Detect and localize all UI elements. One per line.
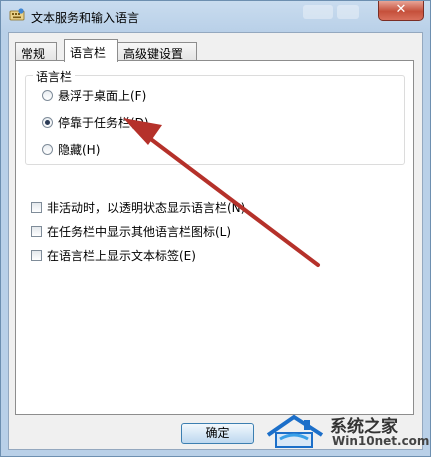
radio-float-on-desktop-dot[interactable] [42,89,53,101]
radio-dock-in-taskbar-label: 停靠于任务栏(D) [58,115,149,130]
tab-language-bar-label: 语言栏 [70,46,107,60]
checkbox-transparent-when-inactive[interactable]: 非活动时，以透明状态显示语言栏(N) [31,199,245,215]
radio-float-on-desktop-label: 悬浮于桌面上(F) [58,88,147,103]
house-logo-icon [266,414,324,448]
window-title: 文本服务和输入语言 [31,11,140,25]
tab-language-bar[interactable]: 语言栏 [64,39,118,62]
title-bar[interactable]: 文本服务和输入语言 ✕ [1,1,430,31]
language-bar-group-label: 语言栏 [33,68,76,85]
tab-general[interactable]: 常规 [15,42,57,61]
radio-hidden-dot[interactable] [42,143,53,155]
checkbox-show-text-labels[interactable]: 在语言栏上显示文本标签(E) [31,247,196,263]
tab-advanced-key-settings[interactable]: 高级键设置 [117,42,197,61]
radio-hidden-label: 隐藏(H) [58,142,101,157]
checkbox-show-extra-icons-label: 在任务栏中显示其他语言栏图标(L) [47,224,232,239]
radio-float-on-desktop[interactable]: 悬浮于桌面上(F) [42,87,146,103]
language-bar-group: 语言栏 悬浮于桌面上(F) 停靠于任务栏(D) 隐藏(H) [25,68,405,165]
watermark-url: Win10net.com [332,434,430,448]
checkbox-show-text-labels-box[interactable] [31,249,42,261]
blurred-caption-area [303,5,333,19]
language-bar-panel: 语言栏 悬浮于桌面上(F) 停靠于任务栏(D) 隐藏(H) 非活动时，以透明状态… [15,60,414,415]
watermark: 系统之家 Win10net.com [262,409,430,454]
checkbox-show-extra-icons[interactable]: 在任务栏中显示其他语言栏图标(L) [31,223,231,239]
checkbox-transparent-when-inactive-label: 非活动时，以透明状态显示语言栏(N) [47,200,246,215]
radio-dock-in-taskbar[interactable]: 停靠于任务栏(D) [42,114,149,130]
dialog-window: 文本服务和输入语言 ✕ 常规 语言栏 高级键设置 语言栏 悬浮于桌面上(F) 停… [0,0,431,457]
tab-advanced-key-settings-label: 高级键设置 [123,47,184,61]
blurred-caption-area-2 [337,5,359,19]
close-button[interactable]: ✕ [378,1,424,21]
dialog-client-area: 常规 语言栏 高级键设置 语言栏 悬浮于桌面上(F) 停靠于任务栏(D) 隐藏(… [8,32,423,450]
radio-hidden[interactable]: 隐藏(H) [42,141,100,157]
checkbox-transparent-when-inactive-box[interactable] [31,201,42,213]
checkbox-show-extra-icons-box[interactable] [31,225,42,237]
close-icon: ✕ [395,2,407,17]
ok-button[interactable]: 确定 [181,423,254,444]
tab-general-label: 常规 [21,47,46,61]
keyboard-app-icon [9,8,25,21]
checkbox-show-text-labels-label: 在语言栏上显示文本标签(E) [47,248,196,263]
radio-dock-in-taskbar-dot[interactable] [42,116,53,128]
